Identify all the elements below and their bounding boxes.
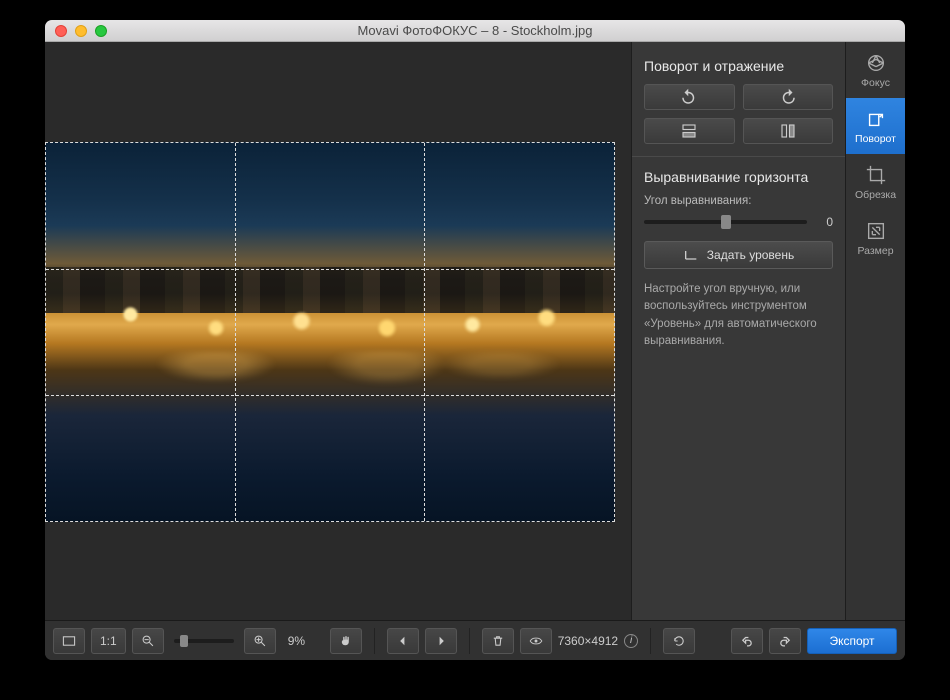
zoom-in-button[interactable] (244, 628, 276, 654)
crop-icon (865, 164, 887, 186)
zoom-out-button[interactable] (132, 628, 164, 654)
zoom-percentage: 9% (288, 634, 318, 648)
rotate-left-button[interactable] (644, 84, 735, 110)
rotate-left-icon (680, 88, 698, 106)
tool-rail: Фокус Поворот Обрезка Размер (845, 42, 905, 620)
fit-screen-icon (62, 634, 76, 648)
resize-icon (865, 220, 887, 242)
flip-vertical-button[interactable] (644, 118, 735, 144)
horizon-hint: Настройте угол вручную, или воспользуйте… (644, 281, 833, 350)
bottom-toolbar: 1:1 9% 7360×4912 i (45, 620, 905, 660)
rotate-right-icon (779, 88, 797, 106)
redo-button[interactable] (769, 628, 801, 654)
zoom-in-icon (253, 634, 267, 648)
redo-icon (778, 634, 792, 648)
eye-icon (529, 634, 543, 648)
level-icon (683, 247, 699, 263)
angle-slider-thumb[interactable] (721, 215, 731, 229)
reset-icon (672, 634, 686, 648)
delete-button[interactable] (482, 628, 514, 654)
flip-horizontal-icon (779, 122, 797, 140)
app-window: Movavi ФотоФОКУС – 8 - Stockholm.jpg Пов… (45, 20, 905, 660)
reset-button[interactable] (663, 628, 695, 654)
side-panel: Поворот и отражение Выравнивание горизон… (631, 42, 845, 620)
chevron-left-icon (396, 634, 410, 648)
tool-rotate[interactable]: Поворот (846, 98, 905, 154)
angle-slider[interactable] (644, 220, 807, 224)
tool-focus[interactable]: Фокус (846, 42, 905, 98)
titlebar: Movavi ФотоФОКУС – 8 - Stockholm.jpg (45, 20, 905, 42)
pan-hand-button[interactable] (330, 628, 362, 654)
fit-screen-button[interactable] (53, 628, 85, 654)
tool-resize-label: Размер (857, 245, 893, 257)
compare-button[interactable] (520, 628, 552, 654)
actual-size-label: 1:1 (100, 634, 117, 648)
angle-label: Угол выравнивания: (644, 195, 833, 207)
flip-vertical-icon (680, 122, 698, 140)
rotate-right-button[interactable] (743, 84, 834, 110)
prev-image-button[interactable] (387, 628, 419, 654)
export-label: Экспорт (829, 634, 874, 648)
set-level-button[interactable]: Задать уровень (644, 241, 833, 269)
photo-preview (45, 142, 615, 522)
rotate-section-title: Поворот и отражение (644, 58, 833, 74)
rotate-icon (865, 108, 887, 130)
chevron-right-icon (434, 634, 448, 648)
next-image-button[interactable] (425, 628, 457, 654)
tool-rotate-label: Поворот (855, 133, 896, 145)
set-level-label: Задать уровень (707, 248, 794, 262)
undo-button[interactable] (731, 628, 763, 654)
aperture-icon (865, 52, 887, 74)
image-dimensions: 7360×4912 (558, 634, 618, 648)
tool-focus-label: Фокус (861, 77, 890, 89)
angle-value: 0 (815, 215, 833, 229)
flip-horizontal-button[interactable] (743, 118, 834, 144)
tool-crop[interactable]: Обрезка (846, 154, 905, 210)
horizon-section-title: Выравнивание горизонта (644, 169, 833, 185)
tool-crop-label: Обрезка (855, 189, 896, 201)
hand-icon (339, 634, 353, 648)
export-button[interactable]: Экспорт (807, 628, 897, 654)
zoom-out-icon (141, 634, 155, 648)
info-button[interactable]: i (624, 634, 638, 648)
zoom-slider-thumb[interactable] (180, 635, 188, 647)
zoom-slider[interactable] (174, 639, 234, 643)
undo-icon (740, 634, 754, 648)
trash-icon (491, 634, 505, 648)
canvas-area[interactable] (45, 42, 631, 620)
actual-size-button[interactable]: 1:1 (91, 628, 126, 654)
window-title: Movavi ФотоФОКУС – 8 - Stockholm.jpg (45, 23, 905, 38)
tool-resize[interactable]: Размер (846, 210, 905, 266)
